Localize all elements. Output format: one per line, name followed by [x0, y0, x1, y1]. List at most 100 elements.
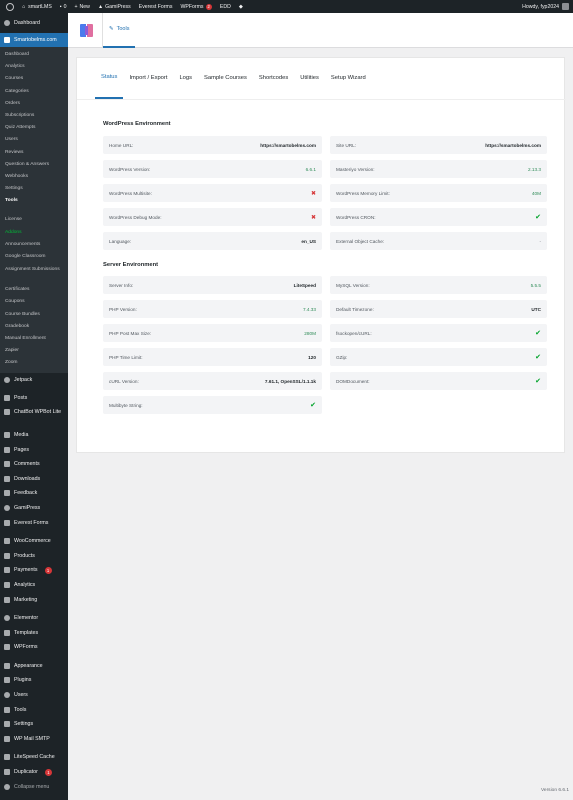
jetpack-icon — [4, 376, 10, 383]
sidebar-item-litespeed-cache[interactable]: LiteSpeed Cache — [0, 750, 68, 765]
sidebar-item-gamipress[interactable]: GamiPress — [0, 501, 68, 516]
submenu-announcements[interactable]: Announcements — [0, 239, 68, 251]
litespeed-icon — [4, 754, 10, 761]
sidebar-item-woocommerce[interactable]: WooCommerce — [0, 534, 68, 549]
sidebar-item-dashboard[interactable]: Dashboard — [0, 13, 68, 33]
comments-link[interactable]: ▪ 0 — [56, 0, 71, 13]
woocommerce-icon — [4, 538, 10, 545]
everest-forms-link[interactable]: Everest Forms — [135, 0, 177, 13]
sidebar-item-downloads[interactable]: Downloads — [0, 471, 68, 486]
submenu-license[interactable]: License — [0, 214, 68, 226]
sidebar-item-payments[interactable]: Payments 1 — [0, 563, 68, 578]
status-row: DOMDocument: ✔ — [330, 372, 547, 390]
tab-shortcodes[interactable]: Shortcodes — [253, 57, 294, 99]
sidebar-item-products[interactable]: Products — [0, 548, 68, 563]
tab-utilities[interactable]: Utilities — [294, 57, 325, 99]
avatar — [562, 3, 569, 10]
tab-status[interactable]: Status — [95, 57, 124, 99]
submenu-course-bundles[interactable]: Course Bundles — [0, 309, 68, 321]
sidebar-item-marketing[interactable]: Marketing — [0, 592, 68, 607]
tab-logs[interactable]: Logs — [173, 57, 198, 99]
submenu-users[interactable]: Users — [0, 134, 68, 146]
submenu-gradebook[interactable]: Gradebook — [0, 321, 68, 333]
comments-icon — [4, 461, 10, 468]
sidebar-item-duplicator[interactable]: Duplicator 1 — [0, 765, 68, 780]
submenu-addons[interactable]: Addons — [0, 227, 68, 239]
user-icon — [4, 692, 10, 699]
templates-icon — [4, 629, 10, 636]
comment-icon: ▪ — [59, 3, 62, 10]
new-content-link[interactable]: + New — [71, 0, 94, 13]
tools-panel: Status Import / Export Logs Sample Cours… — [76, 57, 566, 453]
tab-setup-wizard[interactable]: Setup Wizard — [325, 57, 372, 99]
dashboard-icon — [4, 20, 10, 26]
cross-icon: ✖ — [310, 214, 316, 221]
submenu-webhooks[interactable]: Webhooks — [0, 171, 68, 183]
media-icon — [4, 431, 10, 438]
elementor-icon — [4, 615, 10, 622]
admin-sidebar: Dashboard Smartobelms.com Dashboard Anal… — [0, 13, 68, 800]
collapse-menu-button[interactable]: Collapse menu — [0, 779, 68, 794]
submenu-reviews[interactable]: Reviews — [0, 147, 68, 159]
tools-header-tab[interactable]: ✎ Tools — [103, 13, 136, 48]
submenu-zapier[interactable]: Zapier — [0, 345, 68, 357]
submenu-orders[interactable]: Orders — [0, 98, 68, 110]
submenu-courses[interactable]: Courses — [0, 73, 68, 85]
sidebar-item-analytics[interactable]: Analytics — [0, 578, 68, 593]
submenu-analytics[interactable]: Analytics — [0, 61, 68, 73]
user-account-menu[interactable]: Howdy, fyp2024 — [518, 0, 573, 13]
wpforms-link[interactable]: WPForms 2 — [176, 0, 215, 13]
site-name-link[interactable]: ⌂ smartLMS — [18, 0, 56, 13]
tab-import-export[interactable]: Import / Export — [123, 57, 173, 99]
sidebar-item-settings[interactable]: Settings — [0, 717, 68, 732]
submenu-tools[interactable]: Tools — [0, 195, 68, 207]
sidebar-item-media[interactable]: Media — [0, 428, 68, 443]
sidebar-item-pages[interactable]: Pages — [0, 442, 68, 457]
gamipress-link[interactable]: ▲ GamiPress — [94, 0, 135, 13]
sidebar-item-jetpack[interactable]: Jetpack — [0, 373, 68, 388]
sidebar-item-comments[interactable]: Comments — [0, 457, 68, 472]
products-icon — [4, 552, 10, 559]
sidebar-item-users[interactable]: Users — [0, 688, 68, 703]
tab-sample-courses[interactable]: Sample Courses — [198, 57, 253, 99]
status-row: PHP Post Max Size: 280M — [103, 324, 322, 342]
everest-forms-icon — [4, 519, 10, 526]
submenu-settings[interactable]: Settings — [0, 183, 68, 195]
payments-icon — [4, 567, 10, 574]
sidebar-item-templates[interactable]: Templates — [0, 625, 68, 640]
wordpress-logo-icon[interactable] — [0, 0, 18, 13]
sidebar-item-tools[interactable]: Tools — [0, 702, 68, 717]
submenu-question-answers[interactable]: Question & Answers — [0, 159, 68, 171]
pages-icon — [4, 446, 10, 453]
sidebar-item-wpforms[interactable]: WPForms — [0, 640, 68, 655]
submenu-categories[interactable]: Categories — [0, 86, 68, 98]
sidebar-item-chatbot[interactable]: ChatBot WPBot Lite — [0, 406, 68, 428]
sidebar-item-posts[interactable]: Posts — [0, 391, 68, 406]
submenu-subscriptions[interactable]: Subscriptions — [0, 110, 68, 122]
submenu-coupons[interactable]: Coupons — [0, 296, 68, 308]
tools-tabs: Status Import / Export Logs Sample Cours… — [77, 58, 566, 100]
submenu-zoom[interactable]: Zoom — [0, 357, 68, 369]
wpforms-badge: 2 — [205, 3, 212, 10]
sidebar-item-feedback[interactable]: Feedback — [0, 486, 68, 501]
wrench-icon: ✎ — [109, 26, 114, 32]
sidebar-item-plugins[interactable]: Plugins — [0, 673, 68, 688]
submenu-google-classroom[interactable]: Google Classroom — [0, 251, 68, 263]
sidebar-item-wp-mail-smtp[interactable]: WP Mail SMTP — [0, 732, 68, 747]
submenu-manual-enrollment[interactable]: Manual Enrollment — [0, 333, 68, 345]
sidebar-item-everest-forms[interactable]: Everest Forms — [0, 515, 68, 530]
diamond-icon[interactable]: ◆ — [235, 0, 247, 13]
sidebar-item-elementor[interactable]: Elementor — [0, 611, 68, 626]
gamipress-icon: ▲ — [97, 3, 104, 10]
masteriyo-logo-icon[interactable] — [80, 23, 93, 37]
sidebar-item-appearance[interactable]: Appearance — [0, 659, 68, 674]
submenu-assignment-submissions[interactable]: Assignment Submissions — [0, 263, 68, 284]
submenu-certificates[interactable]: Certificates — [0, 284, 68, 296]
submenu-dashboard[interactable]: Dashboard — [0, 49, 68, 61]
check-icon: ✔ — [535, 378, 541, 385]
sidebar-item-masteriyo[interactable]: Smartobelms.com — [0, 33, 68, 47]
submenu-quiz-attempts[interactable]: Quiz Attempts — [0, 122, 68, 134]
download-icon — [4, 475, 10, 482]
chatbot-icon — [4, 408, 10, 415]
edd-link[interactable]: EDD — [216, 0, 235, 13]
